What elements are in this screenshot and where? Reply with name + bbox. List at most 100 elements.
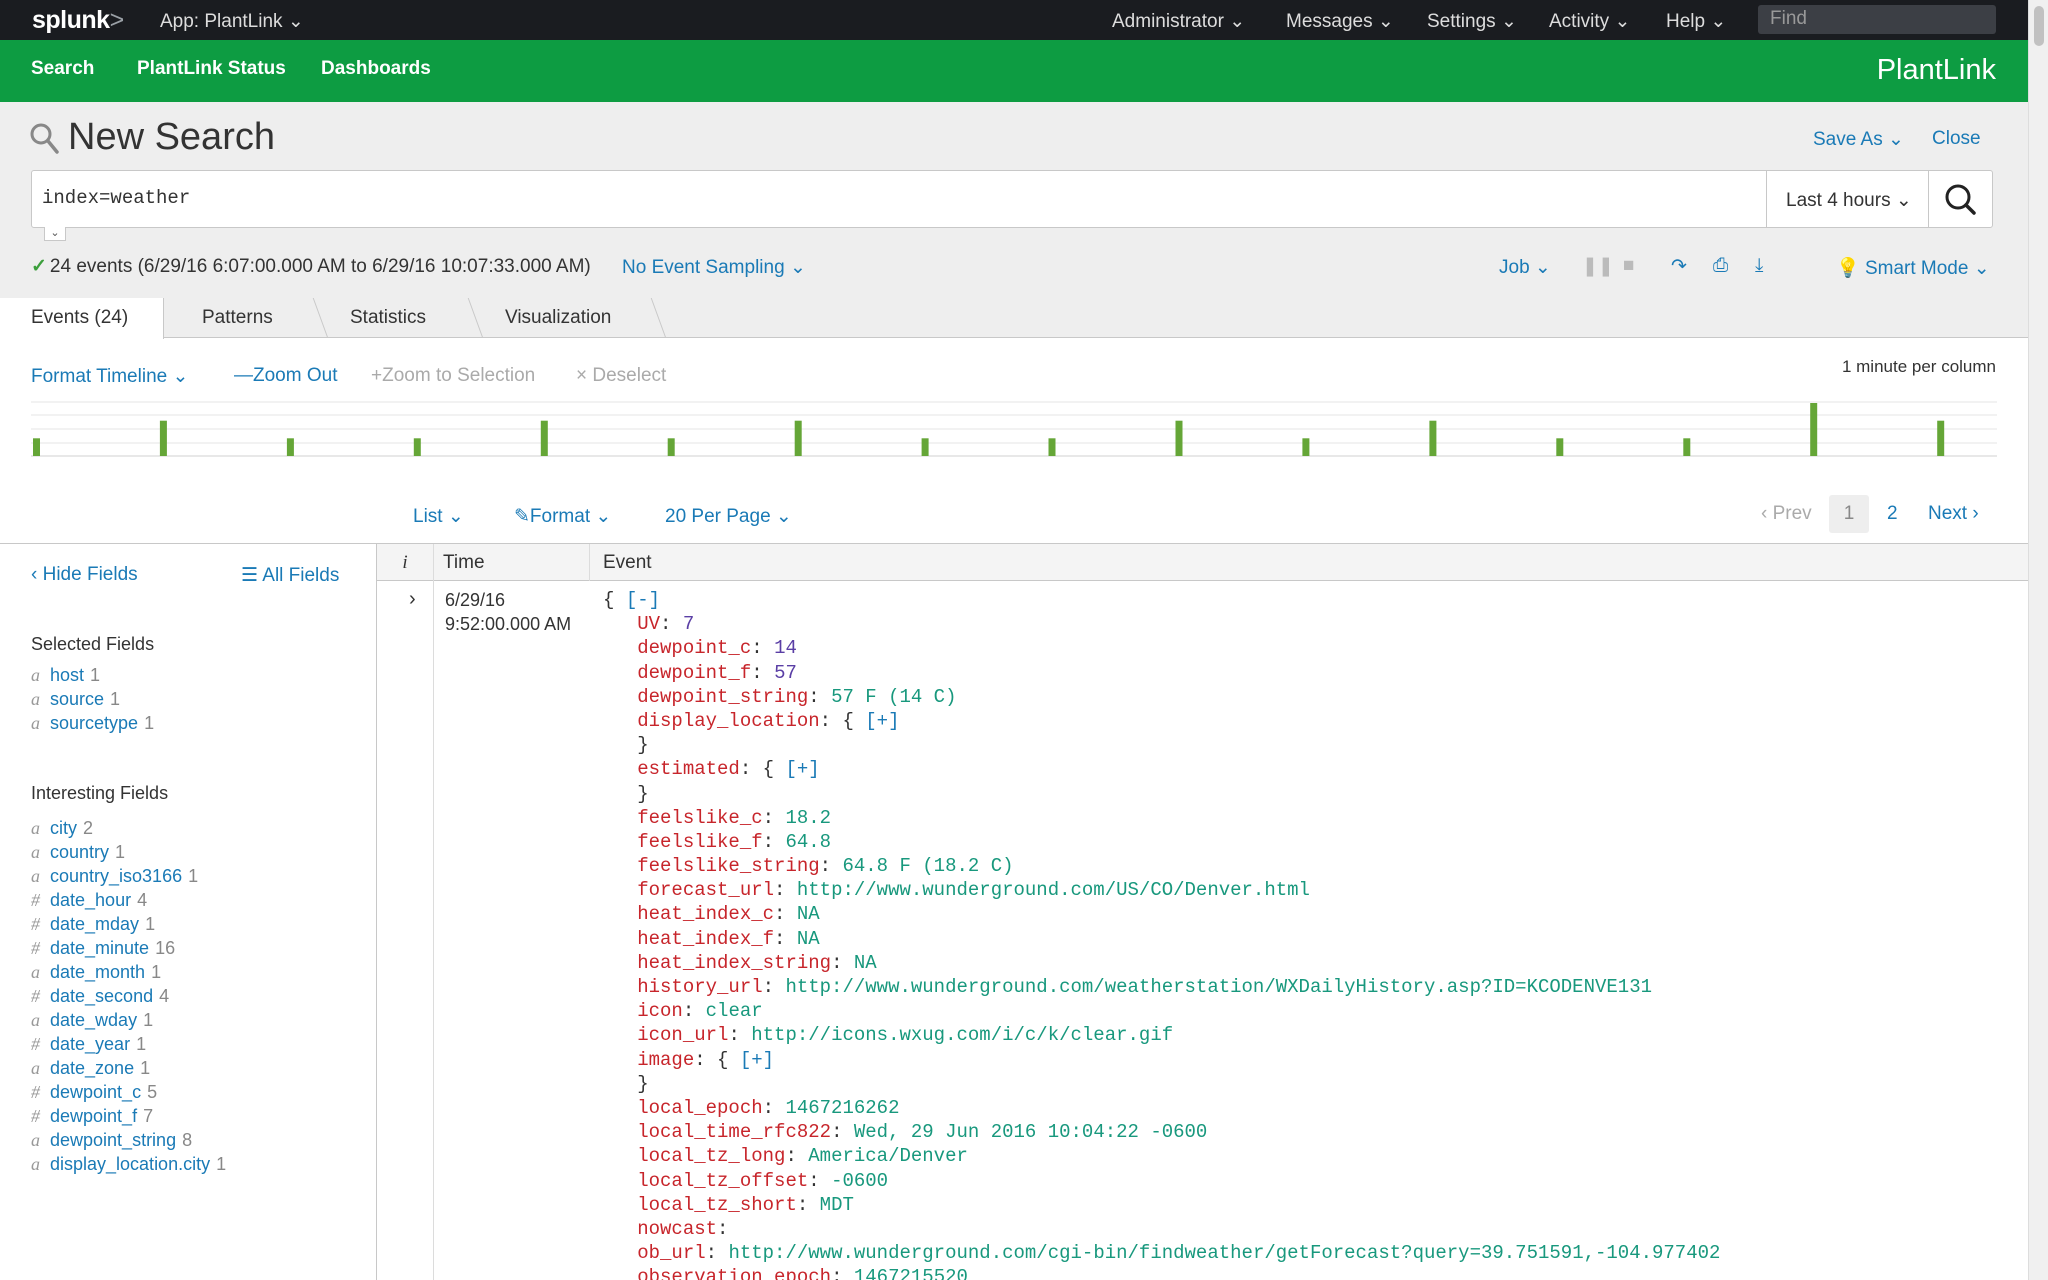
tab-visualization[interactable]: Visualization — [505, 298, 611, 339]
deselect-button[interactable]: × Deselect — [576, 365, 666, 387]
timeline-bar[interactable] — [1937, 420, 1945, 456]
event-key[interactable]: observation_epoch — [637, 1266, 831, 1280]
field-item[interactable]: # dewpoint_f 7 — [31, 1106, 153, 1127]
expand-collapse-toggle[interactable]: [+] — [740, 1049, 774, 1071]
expand-row-icon[interactable]: › — [409, 588, 416, 611]
scrollbar-thumb[interactable] — [2034, 6, 2044, 46]
page-2-button[interactable]: 2 — [1887, 503, 1898, 525]
expand-collapse-toggle[interactable]: [-] — [626, 589, 660, 611]
field-item[interactable]: a date_zone 1 — [31, 1058, 150, 1079]
field-item[interactable]: a country_iso3166 1 — [31, 866, 198, 887]
tab-events[interactable]: Events (24) — [0, 298, 164, 339]
event-key[interactable]: icon — [637, 1000, 683, 1022]
timeline-bar[interactable] — [1810, 403, 1818, 456]
event-key[interactable]: icon_url — [637, 1024, 728, 1046]
timeline-bar[interactable] — [921, 438, 929, 456]
print-icon[interactable]: ⎙ — [1713, 255, 1728, 277]
event-key[interactable]: display_location — [637, 710, 819, 732]
field-item[interactable]: # date_year 1 — [31, 1034, 146, 1055]
event-key[interactable]: image — [637, 1049, 694, 1071]
event-key[interactable]: history_url — [637, 976, 762, 998]
event-value[interactable]: NA — [854, 952, 877, 974]
event-key[interactable]: feelslike_f — [637, 831, 762, 853]
help-menu[interactable]: Help ⌄ — [1666, 10, 1726, 33]
activity-menu[interactable]: Activity ⌄ — [1549, 10, 1630, 33]
field-item[interactable]: a display_location.city 1 — [31, 1154, 226, 1175]
event-value[interactable]: clear — [706, 1000, 763, 1022]
field-item[interactable]: a country 1 — [31, 842, 125, 863]
event-value[interactable]: http://www.wunderground.com/US/CO/Denver… — [797, 879, 1310, 901]
timeline-bar[interactable] — [1429, 420, 1437, 456]
event-value[interactable]: 14 — [774, 637, 797, 659]
field-item[interactable]: a sourcetype 1 — [31, 713, 154, 734]
settings-menu[interactable]: Settings ⌄ — [1427, 10, 1517, 33]
prev-page-button[interactable]: ‹ Prev — [1761, 503, 1812, 525]
event-key[interactable]: local_time_rfc822 — [637, 1121, 831, 1143]
all-fields-button[interactable]: ☰ All Fields — [241, 564, 339, 587]
zoom-to-selection-button[interactable]: +Zoom to Selection — [371, 365, 535, 387]
per-page-dropdown[interactable]: 20 Per Page ⌄ — [665, 505, 792, 528]
hide-fields-button[interactable]: ‹ Hide Fields — [31, 564, 138, 586]
event-key[interactable]: UV — [637, 613, 660, 635]
messages-menu[interactable]: Messages ⌄ — [1286, 10, 1394, 33]
timeline-bar[interactable] — [413, 438, 421, 456]
field-item[interactable]: a city 2 — [31, 818, 93, 839]
field-item[interactable]: # date_mday 1 — [31, 914, 155, 935]
event-value[interactable]: 1467216262 — [785, 1097, 899, 1119]
event-value[interactable]: America/Denver — [808, 1145, 968, 1167]
search-query-input[interactable]: index=weather — [31, 170, 1767, 228]
time-range-picker[interactable]: Last 4 hours ⌄ — [1766, 170, 1929, 228]
field-item[interactable]: a host 1 — [31, 665, 100, 686]
event-time[interactable]: 6/29/16 9:52:00.000 AM — [445, 588, 571, 636]
export-icon[interactable]: ⤓ — [1755, 255, 1763, 277]
event-value[interactable]: MDT — [820, 1194, 854, 1216]
app-menu[interactable]: App: PlantLink ⌄ — [160, 10, 304, 33]
timeline-bar[interactable] — [1556, 438, 1564, 456]
col-header-time[interactable]: Time — [433, 544, 589, 581]
event-key[interactable]: heat_index_f — [637, 928, 774, 950]
event-key[interactable]: heat_index_string — [637, 952, 831, 974]
share-icon[interactable]: ↷ — [1671, 255, 1687, 278]
event-value[interactable]: 1467215520 — [854, 1266, 968, 1280]
job-menu[interactable]: Job ⌄ — [1499, 256, 1551, 279]
timeline-bar[interactable] — [667, 438, 675, 456]
field-item[interactable]: # date_minute 16 — [31, 938, 175, 959]
event-value[interactable]: NA — [797, 903, 820, 925]
event-key[interactable]: estimated — [637, 758, 740, 780]
event-value[interactable]: 18.2 — [785, 807, 831, 829]
timeline-bar[interactable] — [1048, 438, 1056, 456]
event-value[interactable]: Wed, 29 Jun 2016 10:04:22 -0600 — [854, 1121, 1207, 1143]
event-key[interactable]: nowcast — [637, 1218, 717, 1240]
timeline-bar[interactable] — [33, 438, 40, 456]
event-key[interactable]: ob_url — [637, 1242, 705, 1264]
event-key[interactable]: local_tz_offset — [637, 1170, 808, 1192]
event-key[interactable]: heat_index_c — [637, 903, 774, 925]
event-value[interactable]: 7 — [683, 613, 694, 635]
event-value[interactable]: http://www.wunderground.com/weatherstati… — [785, 976, 1652, 998]
field-item[interactable]: a source 1 — [31, 689, 120, 710]
search-mode-dropdown[interactable]: 💡 Smart Mode ⌄ — [1836, 256, 1990, 280]
field-item[interactable]: a dewpoint_string 8 — [31, 1130, 192, 1151]
event-sampling-dropdown[interactable]: No Event Sampling ⌄ — [622, 256, 806, 279]
pause-icon[interactable]: ❚❚ — [1582, 255, 1614, 278]
timeline-bar[interactable] — [1175, 420, 1183, 456]
event-key[interactable]: local_tz_short — [637, 1194, 797, 1216]
event-value[interactable]: 64.8 F (18.2 C) — [842, 855, 1013, 877]
find-input[interactable]: Find — [1758, 5, 1996, 34]
splunk-logo[interactable]: splunk> — [32, 6, 124, 35]
expand-collapse-toggle[interactable]: [+] — [865, 710, 899, 732]
timeline-bar[interactable] — [540, 420, 548, 456]
field-item[interactable]: # dewpoint_c 5 — [31, 1082, 157, 1103]
event-value[interactable]: NA — [797, 928, 820, 950]
event-key[interactable]: dewpoint_string — [637, 686, 808, 708]
expand-collapse-toggle[interactable]: [+] — [785, 758, 819, 780]
event-value[interactable]: http://icons.wxug.com/i/c/k/clear.gif — [751, 1024, 1173, 1046]
field-item[interactable]: a date_wday 1 — [31, 1010, 153, 1031]
expand-search-icon[interactable]: ⌄ — [44, 227, 66, 241]
format-timeline-dropdown[interactable]: Format Timeline ⌄ — [31, 365, 188, 388]
event-value[interactable]: http://www.wunderground.com/cgi-bin/find… — [728, 1242, 1720, 1264]
event-key[interactable]: local_tz_long — [637, 1145, 785, 1167]
field-item[interactable]: a date_month 1 — [31, 962, 161, 983]
timeline-chart[interactable] — [31, 401, 1997, 457]
event-key[interactable]: feelslike_c — [637, 807, 762, 829]
